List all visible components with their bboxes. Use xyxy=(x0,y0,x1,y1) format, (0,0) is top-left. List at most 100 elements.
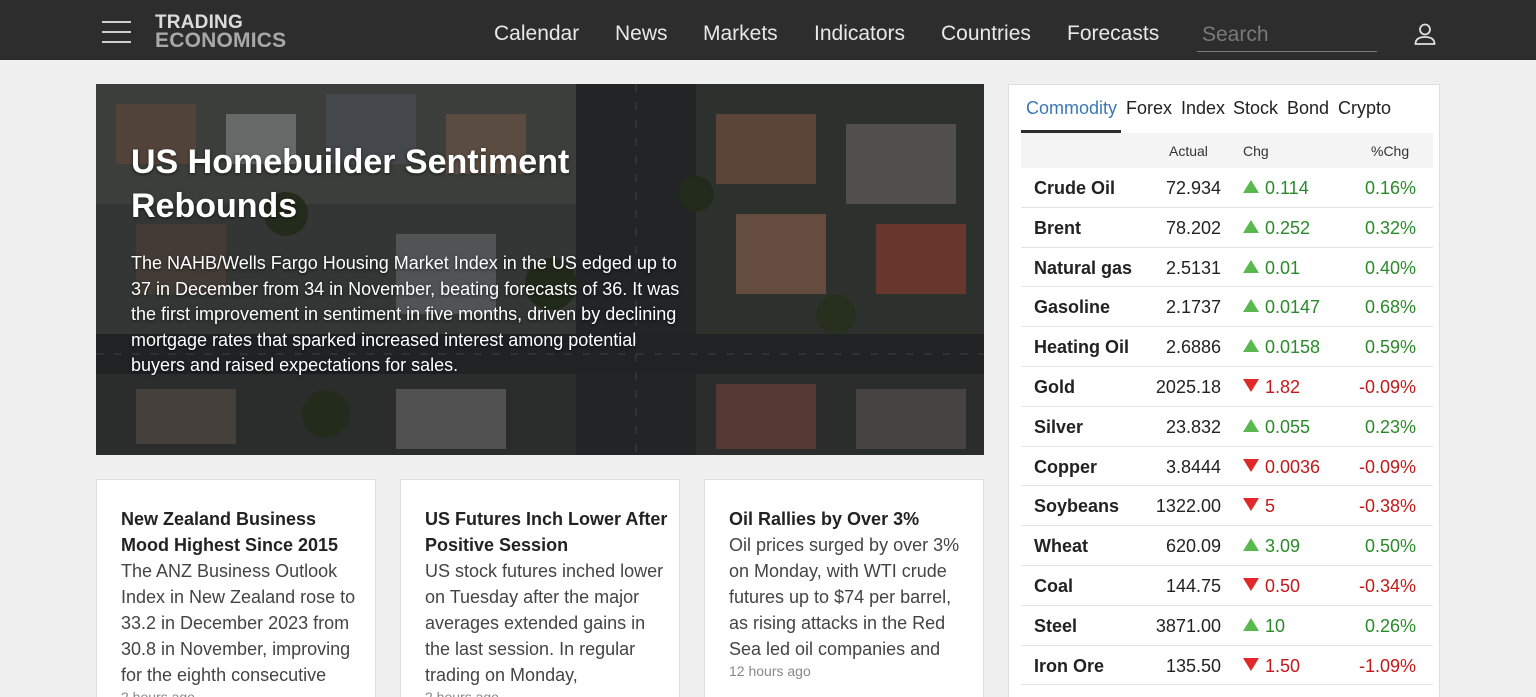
percent-change: -1.09% xyxy=(1358,655,1416,676)
table-row[interactable]: Heating Oil 2.6886 0.0158 0.59% xyxy=(1021,327,1433,367)
commodity-name[interactable]: Iron Ore xyxy=(1034,656,1104,677)
nav-countries[interactable]: Countries xyxy=(941,22,1031,46)
table-row[interactable]: Soybeans 1322.00 5 -0.38% xyxy=(1021,486,1433,527)
percent-change: 0.50% xyxy=(1364,536,1416,557)
trading-economics-logo[interactable]: TRADING ECONOMICS xyxy=(155,13,287,52)
table-row[interactable]: Natural gas 2.5131 0.01 0.40% xyxy=(1021,248,1433,288)
commodity-name[interactable]: Soybeans xyxy=(1034,496,1119,517)
actual-value: 144.75 xyxy=(1165,575,1221,596)
nav-indicators[interactable]: Indicators xyxy=(814,22,905,46)
hamburger-menu-icon[interactable] xyxy=(102,21,131,43)
commodity-name[interactable]: Crude Oil xyxy=(1034,178,1115,199)
table-header: Actual Chg %Chg xyxy=(1021,133,1433,168)
triangle-up-icon xyxy=(1243,299,1259,313)
triangle-up-icon xyxy=(1243,259,1259,273)
news-card-title[interactable]: Oil Rallies by Over 3% xyxy=(729,506,974,532)
markets-panel: Commodity Forex Index Stock Bond Crypto … xyxy=(1008,84,1440,697)
news-card[interactable]: New Zealand Business Mood Highest Since … xyxy=(96,479,376,697)
change-value: 0.01 xyxy=(1265,257,1301,278)
commodity-name[interactable]: Gold xyxy=(1034,377,1075,398)
commodity-name[interactable]: Natural gas xyxy=(1034,258,1132,279)
hero-article[interactable]: US Homebuilder Sentiment Rebounds The NA… xyxy=(96,84,984,455)
commodity-name[interactable]: Heating Oil xyxy=(1034,337,1129,358)
actual-value: 135.50 xyxy=(1165,655,1221,676)
tab-forex[interactable]: Forex xyxy=(1126,98,1172,119)
commodity-name[interactable]: Silver xyxy=(1034,417,1083,438)
triangle-down-icon xyxy=(1243,378,1259,392)
table-row[interactable]: Brent 78.202 0.252 0.32% xyxy=(1021,208,1433,248)
change-value: 10 xyxy=(1265,615,1286,636)
nav-news[interactable]: News xyxy=(615,22,668,46)
news-card-summary: The ANZ Business Outlook Index in New Ze… xyxy=(121,561,356,685)
triangle-up-icon xyxy=(1243,219,1259,233)
commodity-name[interactable]: Steel xyxy=(1034,616,1077,637)
news-card[interactable]: Oil Rallies by Over 3% Oil prices surged… xyxy=(704,479,984,697)
percent-change: 0.40% xyxy=(1364,257,1416,278)
percent-change: 0.59% xyxy=(1364,337,1416,358)
table-row[interactable]: Steel 3871.00 10 0.26% xyxy=(1021,606,1433,646)
change-cell: 5 xyxy=(1243,496,1275,517)
hero-title[interactable]: US Homebuilder Sentiment Rebounds xyxy=(131,140,691,228)
triangle-up-icon xyxy=(1243,538,1259,552)
commodity-name[interactable]: Copper xyxy=(1034,457,1097,478)
nav-markets[interactable]: Markets xyxy=(703,22,778,46)
commodity-name[interactable]: Wheat xyxy=(1034,536,1088,557)
triangle-up-icon xyxy=(1243,339,1259,353)
triangle-down-icon xyxy=(1243,498,1259,512)
tab-commodity[interactable]: Commodity xyxy=(1026,98,1117,119)
logo-line-2: ECONOMICS xyxy=(155,29,287,52)
news-card-timestamp: 2 hours ago xyxy=(121,689,195,697)
actual-value: 2.6886 xyxy=(1165,337,1221,358)
tab-stock[interactable]: Stock xyxy=(1233,98,1278,119)
table-row[interactable]: Gold 2025.18 1.82 -0.09% xyxy=(1021,367,1433,407)
actual-value: 78.202 xyxy=(1165,217,1221,238)
header-pct-chg[interactable]: %Chg xyxy=(1371,143,1409,159)
user-account-icon[interactable] xyxy=(1413,22,1437,46)
news-card-title[interactable]: New Zealand Business Mood Highest Since … xyxy=(121,506,366,558)
news-card-timestamp: 2 hours ago xyxy=(425,689,499,697)
table-row[interactable]: Wheat 620.09 3.09 0.50% xyxy=(1021,526,1433,566)
news-card[interactable]: US Futures Inch Lower After Positive Ses… xyxy=(400,479,680,697)
change-value: 0.0036 xyxy=(1265,456,1321,477)
triangle-up-icon xyxy=(1243,617,1259,631)
news-card-summary: Oil prices surged by over 3% on Monday, … xyxy=(729,535,960,659)
news-card-title[interactable]: US Futures Inch Lower After Positive Ses… xyxy=(425,506,670,558)
tab-bond[interactable]: Bond xyxy=(1287,98,1329,119)
change-cell: 1.82 xyxy=(1243,377,1300,398)
change-cell: 0.0147 xyxy=(1243,297,1320,318)
actual-value: 1322.00 xyxy=(1155,496,1221,517)
search-input[interactable] xyxy=(1197,19,1377,52)
header-chg[interactable]: Chg xyxy=(1243,143,1269,159)
commodity-name[interactable]: Brent xyxy=(1034,218,1081,239)
triangle-up-icon xyxy=(1243,180,1259,193)
percent-change: 0.68% xyxy=(1364,297,1416,318)
change-value: 1.50 xyxy=(1265,655,1301,676)
percent-change: 0.23% xyxy=(1364,416,1416,437)
percent-change: -0.38% xyxy=(1358,496,1416,517)
header-actual[interactable]: Actual xyxy=(1169,143,1208,159)
change-value: 3.09 xyxy=(1265,536,1301,557)
tab-index[interactable]: Index xyxy=(1181,98,1225,119)
change-cell: 10 xyxy=(1243,616,1285,637)
tab-crypto[interactable]: Crypto xyxy=(1338,98,1391,119)
percent-change: -0.34% xyxy=(1358,575,1416,596)
table-row[interactable]: Coal 144.75 0.50 -0.34% xyxy=(1021,566,1433,606)
table-row[interactable]: Silver 23.832 0.055 0.23% xyxy=(1021,407,1433,447)
change-cell: 1.50 xyxy=(1243,656,1300,677)
change-value: 0.50 xyxy=(1265,575,1301,596)
actual-value: 2025.18 xyxy=(1155,376,1221,397)
change-cell: 3.09 xyxy=(1243,536,1300,557)
table-row[interactable]: Crude Oil 72.934 0.114 0.16% xyxy=(1021,168,1433,208)
top-navbar: TRADING ECONOMICS Calendar News Markets … xyxy=(0,0,1536,60)
commodity-name[interactable]: Coal xyxy=(1034,576,1073,597)
nav-forecasts[interactable]: Forecasts xyxy=(1067,22,1159,46)
hero-summary: The NAHB/Wells Fargo Housing Market Inde… xyxy=(131,253,680,376)
nav-calendar[interactable]: Calendar xyxy=(494,22,579,46)
news-card-summary: US stock futures inched lower on Tuesday… xyxy=(425,561,664,685)
actual-value: 2.5131 xyxy=(1165,257,1221,278)
table-row[interactable]: Gasoline 2.1737 0.0147 0.68% xyxy=(1021,287,1433,328)
table-row[interactable]: Iron Ore 135.50 1.50 -1.09% xyxy=(1021,646,1433,686)
change-value: 0.0158 xyxy=(1265,337,1321,358)
commodity-name[interactable]: Gasoline xyxy=(1034,297,1110,318)
table-row[interactable]: Copper 3.8444 0.0036 -0.09% xyxy=(1021,447,1433,487)
